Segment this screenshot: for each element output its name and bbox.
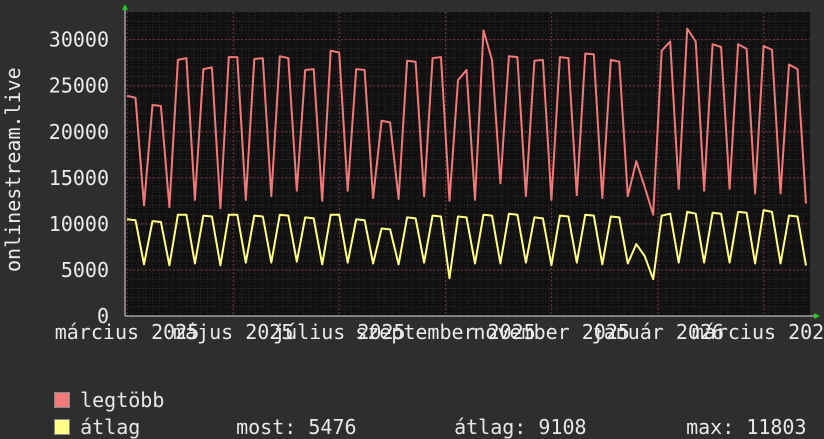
y-axis-arrow-icon — [122, 4, 128, 10]
stat-current: most: 5476 — [212, 391, 357, 439]
y-tick-label: 15000 — [49, 166, 109, 190]
x-axis-arrow-icon — [814, 313, 820, 319]
y-tick-label: 20000 — [49, 120, 109, 144]
stat-max-value: 11803 — [746, 415, 807, 439]
legend-item-max: legtöbb — [30, 364, 164, 412]
y-tick-label: 5000 — [61, 258, 109, 282]
y-tick-label: 30000 — [49, 28, 109, 52]
stat-average-label: átlag: — [454, 415, 527, 439]
stat-max-label: max: — [686, 415, 735, 439]
chart-grid — [125, 12, 810, 317]
chart-canvas: 050001000015000200002500030000 március 2… — [1, 4, 824, 344]
legend-swatch-avg — [54, 419, 71, 435]
stat-max: max: 11803 — [662, 391, 807, 439]
x-tick-label: március 2026 — [692, 320, 824, 344]
stat-average: átlag: 9108 — [430, 391, 587, 439]
y-tick-label: 10000 — [49, 212, 109, 236]
y-tick-label: 25000 — [49, 74, 109, 98]
x-axis-ticks: március 2025május 2025július 2025szeptem… — [55, 320, 824, 344]
legend-label-avg: átlag — [80, 415, 141, 439]
y-axis-label: onlinestream.live — [1, 67, 25, 272]
stat-average-value: 9108 — [538, 415, 587, 439]
stat-current-label: most: — [236, 415, 297, 439]
stat-current-value: 5476 — [308, 415, 357, 439]
y-axis-ticks: 050001000015000200002500030000 — [49, 28, 109, 328]
legend-item-avg: átlag — [30, 391, 140, 439]
